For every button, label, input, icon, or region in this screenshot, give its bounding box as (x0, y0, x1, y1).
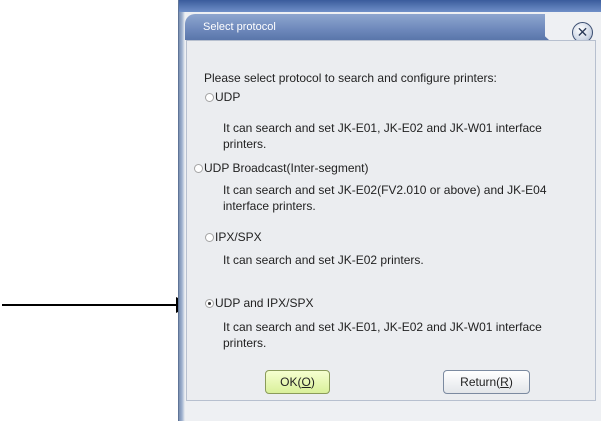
ok-button[interactable]: OK(O) (265, 370, 330, 394)
dialog-title: Select protocol (203, 21, 276, 33)
option-desc-udp-line1: It can search and set JK-E01, JK-E02 and… (223, 121, 542, 135)
option-label-ipx-spx: IPX/SPX (215, 230, 262, 244)
return-button-mnemonic: R (500, 375, 509, 389)
ok-button-mnemonic: O (301, 375, 311, 389)
option-desc-udp-broadcast-line1: It can search and set JK-E02(FV2.010 or … (223, 183, 547, 197)
radio-udp-and-ipx-spx[interactable] (205, 299, 214, 308)
ok-button-prefix: OK( (280, 375, 302, 389)
return-button-prefix: Return( (460, 375, 501, 389)
option-desc-udp-and-ipx-spx-line1: It can search and set JK-E01, JK-E02 and… (223, 320, 542, 334)
radio-udp[interactable] (205, 93, 214, 102)
option-desc-udp-broadcast-line2: interface printers. (223, 199, 316, 213)
option-label-udp-and-ipx-spx: UDP and IPX/SPX (215, 296, 314, 310)
prompt-text: Please select protocol to search and con… (204, 71, 497, 85)
option-desc-ipx-spx-line1: It can search and set JK-E02 printers. (223, 253, 424, 267)
radio-ipx-spx[interactable] (205, 233, 214, 242)
select-protocol-dialog: Select protocol ✕ Please select protocol… (178, 0, 601, 421)
return-button-suffix: ) (508, 375, 513, 389)
return-button[interactable]: Return(R) (443, 370, 530, 394)
radio-udp-broadcast[interactable] (194, 164, 203, 173)
option-desc-udp-and-ipx-spx-line2: printers. (223, 336, 267, 350)
annotation-arrow-line (2, 304, 177, 306)
dialog-content: Please select protocol to search and con… (186, 40, 596, 401)
option-desc-udp-line2: printers. (223, 137, 267, 151)
ok-button-suffix: ) (310, 375, 315, 389)
option-label-udp: UDP (215, 90, 241, 104)
option-label-udp-broadcast: UDP Broadcast(Inter-segment) (204, 161, 369, 175)
dialog-top-strip (179, 0, 601, 12)
